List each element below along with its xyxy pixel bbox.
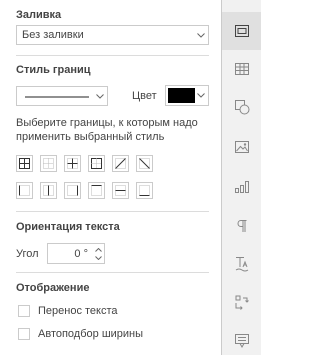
autofit-width-label[interactable]: Автоподбор ширины	[38, 327, 143, 341]
wrap-text-checkbox[interactable]	[18, 305, 30, 317]
cell-settings-icon	[234, 24, 250, 38]
top-border-button[interactable]	[88, 182, 105, 199]
text-art-settings-button[interactable]	[222, 245, 261, 283]
divider	[16, 272, 209, 273]
chart-settings-button[interactable]	[222, 168, 261, 206]
display-heading: Отображение	[16, 282, 90, 294]
fill-select[interactable]: Без заливки	[16, 25, 209, 45]
bottom-border-button[interactable]	[136, 182, 153, 199]
fill-select-value: Без заливки	[22, 29, 84, 41]
pivot-settings-button[interactable]	[222, 283, 261, 321]
chevron-down-icon	[93, 87, 107, 105]
table-settings-button[interactable]	[222, 50, 261, 88]
cell-settings-panel: Заливка Без заливки Стиль границ Цвет Вы…	[0, 0, 221, 355]
image-icon	[234, 140, 250, 154]
diagonal-up-border-button[interactable]	[112, 155, 129, 172]
color-swatch	[168, 88, 195, 103]
cell-settings-button[interactable]	[222, 12, 261, 50]
pivot-icon	[234, 294, 250, 310]
chevron-down-icon	[194, 26, 208, 44]
vertical-inner-border-button[interactable]	[40, 182, 57, 199]
divider	[16, 55, 209, 56]
wrap-text-label[interactable]: Перенос текста	[38, 304, 118, 318]
border-hint-line2: применить выбранный стиль	[16, 131, 165, 143]
text-art-icon	[234, 256, 250, 272]
shape-icon	[234, 99, 250, 115]
signature-icon	[234, 333, 250, 349]
right-settings-toolbar	[221, 0, 261, 355]
image-settings-button[interactable]	[222, 128, 261, 166]
border-style-heading: Стиль границ	[16, 64, 91, 76]
angle-label: Угол	[16, 248, 39, 260]
chevron-down-icon[interactable]	[94, 255, 102, 260]
autofit-width-checkbox[interactable]	[18, 328, 30, 340]
angle-spinner[interactable]: 0 °	[47, 243, 105, 264]
angle-spinner-arrows	[92, 244, 104, 263]
chart-icon	[234, 180, 250, 194]
line-style-preview	[17, 90, 93, 102]
paragraph-icon	[236, 219, 248, 233]
angle-value: 0 °	[74, 247, 88, 260]
divider	[16, 211, 209, 212]
right-border-button[interactable]	[64, 182, 81, 199]
chevron-up-icon[interactable]	[94, 247, 102, 252]
shape-settings-button[interactable]	[222, 88, 261, 126]
chevron-down-icon	[195, 87, 208, 105]
table-icon	[234, 62, 250, 76]
border-line-style-select[interactable]	[16, 86, 108, 106]
signature-settings-button[interactable]	[222, 322, 261, 360]
all-borders-button[interactable]	[16, 155, 33, 172]
left-border-button[interactable]	[16, 182, 33, 199]
horizontal-inner-border-button[interactable]	[112, 182, 129, 199]
fill-heading: Заливка	[16, 9, 62, 21]
inner-cross-borders-button[interactable]	[64, 155, 81, 172]
paragraph-settings-button[interactable]	[222, 207, 261, 245]
border-hint-line1: Выберите границы, к которым надо	[16, 117, 198, 129]
outer-borders-button[interactable]	[88, 155, 105, 172]
inner-borders-button[interactable]	[40, 155, 57, 172]
border-color-picker[interactable]	[165, 85, 209, 106]
diagonal-down-border-button[interactable]	[136, 155, 153, 172]
text-orientation-heading: Ориентация текста	[16, 221, 120, 233]
border-color-label: Цвет	[132, 90, 157, 102]
